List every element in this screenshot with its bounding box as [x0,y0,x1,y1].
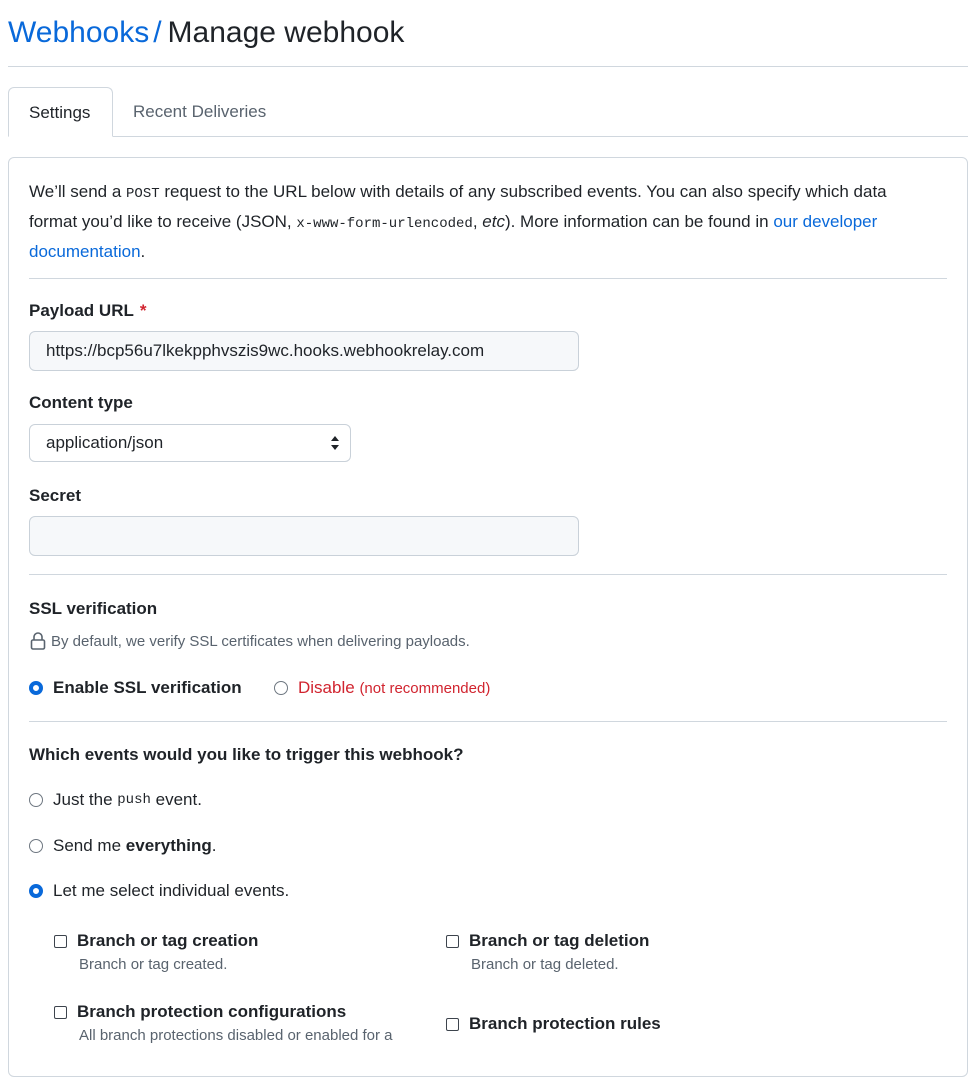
payload-url-label: Payload URL * [29,301,146,321]
event-description: Branch or tag deleted. [471,956,619,973]
checkbox[interactable] [446,1017,459,1031]
events-everything-label-end: . [211,836,217,855]
events-everything-label: Send me [53,836,122,855]
event-checkbox-branch-protection-configurations[interactable]: Branch protection configurations [54,1002,409,1022]
ssl-hint: By default, we verify SSL certificates w… [29,631,470,651]
events-everything-bold: everything [125,836,212,855]
event-checkbox-branch-tag-deletion[interactable]: Branch or tag deletion [446,931,801,951]
secret-label: Secret [29,486,81,505]
required-marker: * [139,301,147,320]
events-everything-radio-option[interactable]: Send me everything. [29,836,217,856]
event-checkbox-item: Branch protection rules [446,1014,661,1034]
lock-icon [30,632,46,650]
payload-url-label-text: Payload URL [29,301,134,320]
intro-text-part: , [472,212,483,231]
ssl-disable-radio[interactable] [274,681,288,695]
events-question: Which events would you like to trigger t… [29,745,464,764]
section-divider [29,574,947,575]
ssl-hint-text: By default, we verify SSL certificates w… [51,632,470,650]
events-individual-radio[interactable] [29,884,43,898]
event-checkbox-branch-protection-rules[interactable]: Branch protection rules [446,1014,661,1034]
ssl-disable-radio-option[interactable]: Disable (not recommended) [274,678,490,698]
breadcrumb-webhooks-link[interactable]: Webhooks [8,16,149,49]
payload-url-input[interactable] [29,331,579,371]
section-divider [29,278,947,279]
page-header: Webhooks / Manage webhook [8,14,404,52]
tab-recent-deliveries[interactable]: Recent Deliveries [113,87,286,136]
events-push-radio-option[interactable]: Just the push event. [29,790,202,810]
etc-text: etc [482,212,505,231]
intro-text-part: . [140,242,146,261]
events-push-label-end: event. [155,790,202,809]
ssl-disable-label: Disable [298,678,355,697]
events-individual-label: Let me select individual events. [53,881,290,900]
event-checkbox-item: Branch protection configurations All bra… [54,1002,409,1046]
event-label: Branch or tag deletion [469,931,650,950]
ssl-enable-radio[interactable] [29,681,43,695]
header-divider [8,66,968,67]
select-arrows-icon [331,436,339,450]
event-label: Branch protection rules [469,1014,661,1033]
push-code: push [117,792,151,808]
tab-bar: Settings Recent Deliveries [8,87,968,137]
events-individual-radio-option[interactable]: Let me select individual events. [29,881,289,901]
secret-input[interactable] [29,516,579,556]
checkbox[interactable] [54,934,67,948]
events-push-label: Just the [53,790,113,809]
checkbox[interactable] [446,934,459,948]
ssl-enable-label: Enable SSL verification [53,678,242,697]
checkbox[interactable] [54,1005,67,1019]
content-type-select[interactable]: application/json [29,424,351,462]
event-label: Branch or tag creation [77,931,259,950]
intro-text-part: ). More information can be found in [504,212,774,231]
content-type-selected-value: application/json [46,433,164,452]
ssl-enable-radio-option[interactable]: Enable SSL verification [29,678,242,698]
ssl-verification-label: SSL verification [29,599,158,618]
intro-text-part: We’ll send a [29,182,127,201]
tab-bar-underline [8,136,968,137]
format-code: x-www-form-urlencoded [296,216,473,232]
event-checkbox-branch-tag-creation[interactable]: Branch or tag creation [54,931,409,951]
event-label: Branch protection configurations [77,1002,347,1021]
tab-settings[interactable]: Settings [8,87,113,137]
breadcrumb-separator: / [153,16,162,49]
content-type-label: Content type [29,393,133,412]
intro-text: We’ll send a POST request to the URL bel… [29,178,929,266]
events-push-radio[interactable] [29,793,43,807]
event-checkbox-item: Branch or tag deletion Branch or tag del… [446,931,801,975]
ssl-disable-note: (not recommended) [359,679,491,697]
event-description: All branch protections disabled or enabl… [79,1027,393,1044]
section-divider [29,721,947,722]
webhook-settings-panel: We’ll send a POST request to the URL bel… [8,157,968,1077]
events-everything-radio[interactable] [29,839,43,853]
event-checkbox-item: Branch or tag creation Branch or tag cre… [54,931,409,975]
page-title: Manage webhook [167,16,405,49]
event-description: Branch or tag created. [79,956,228,973]
post-code: POST [126,186,160,202]
